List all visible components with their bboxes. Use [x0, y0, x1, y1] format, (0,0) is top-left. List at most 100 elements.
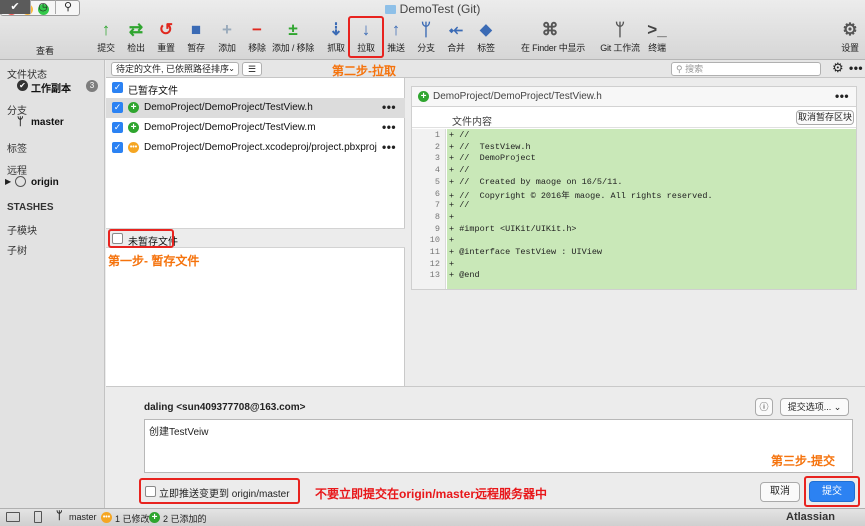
cancel-button[interactable]: 取消 — [760, 482, 800, 502]
sort-label: 待定的文件, 已依照路径排序 — [116, 64, 230, 74]
diff-header: + DemoProject/DemoProject/TestView.h ••• — [412, 87, 856, 107]
diff-more-icon[interactable]: ••• — [835, 89, 849, 103]
toolbar-button-label: 终端 — [648, 43, 666, 53]
gear-icon[interactable]: ⚙ — [832, 60, 844, 76]
line-number: 10 — [429, 235, 440, 246]
step1-annotation: 第一步- 暂存文件 — [108, 254, 200, 268]
added-status-icon: + — [128, 102, 139, 113]
chevron-down-icon: ⌄ — [833, 402, 842, 412]
line-number: 11 — [429, 247, 440, 257]
sort-dropdown[interactable]: 待定的文件, 已依照路径排序 ⌄ — [111, 62, 239, 76]
toolbar-button-6[interactable]: ± 添加 / 移除 — [264, 20, 322, 58]
line-number: 13 — [429, 270, 440, 281]
status-branch: master — [69, 512, 97, 522]
view-segmented-control[interactable]: ✔ ◷ ⚲ — [0, 0, 80, 16]
checkmark-icon: ✔ — [17, 80, 28, 91]
code-line: + // TestView.h — [449, 141, 531, 152]
search-view-icon[interactable]: ⚲ — [55, 0, 80, 14]
line-number: 2 — [434, 141, 440, 152]
file-checkbox[interactable]: ✓ — [112, 142, 123, 153]
commit-options-label: 提交选项... — [787, 402, 832, 412]
subtrees-header: 子树 — [7, 246, 27, 257]
sidebar-item-working-copy[interactable]: ✔ 工作副本 3 — [7, 79, 105, 95]
file-more-icon[interactable]: ••• — [382, 100, 396, 114]
push-checkbox[interactable] — [145, 486, 156, 497]
file-row[interactable]: ✓ ••• DemoProject/DemoProject.xcodeproj/pr… — [106, 138, 405, 158]
add-remove-icon: ± — [288, 20, 298, 39]
line-number: 3 — [434, 153, 440, 164]
commit-message-input[interactable]: 创建TestVeiw — [144, 419, 853, 473]
staged-header-row[interactable]: ✓ 已暂存文件 — [106, 78, 405, 98]
commit-info-icon[interactable]: ⓘ — [755, 398, 773, 416]
window-title: DemoTest (Git) — [0, 2, 865, 16]
file-status-view-icon[interactable]: ✔ — [0, 0, 30, 14]
code-line: + // — [449, 165, 470, 176]
code-line: + @end — [449, 270, 480, 281]
sidebar-toggle-icon[interactable] — [6, 512, 20, 522]
search-input[interactable]: ⚲ 搜索 — [671, 62, 821, 76]
status-bar: ᛘ master ••• 1 已修改 + 2 已添加的 Atlassian — [0, 508, 865, 526]
code-line: + // DemoProject — [449, 153, 536, 164]
toolbar: DemoTest (Git) ✔ ◷ ⚲ 查看 ↑ 提交 ⇄ 检出 ↺ 重置 ■ 暂存 + 添加 −… — [0, 0, 865, 60]
line-number: 8 — [434, 211, 440, 222]
added-status-icon: + — [418, 91, 429, 102]
sidebar-item-origin[interactable]: ▶ origin — [5, 176, 95, 190]
tags-header: 标签 — [7, 144, 27, 155]
commit-button[interactable]: 提交 — [809, 481, 855, 502]
file-name: DemoProject/DemoProject/TestView.h — [144, 102, 313, 113]
finder-icon: ⌘ — [541, 20, 559, 39]
disclosure-triangle-icon: ▶ — [5, 177, 12, 186]
toolbar-button-label: 标签 — [477, 43, 495, 53]
code-line: + @interface TestView : UIView — [449, 247, 603, 257]
line-number: 4 — [434, 165, 440, 176]
chevron-down-icon: ⌄ — [228, 64, 235, 73]
sidebar-item-master[interactable]: ᛘ master — [17, 116, 97, 130]
list-view-button[interactable]: ☰ — [242, 62, 262, 76]
stashes-header: STASHES — [7, 202, 54, 213]
note-annotation: 不要立即提交在origin/master远程服务器中 — [315, 487, 548, 501]
more-icon[interactable]: ••• — [849, 61, 863, 75]
file-more-icon[interactable]: ••• — [382, 140, 396, 154]
staged-all-checkbox[interactable]: ✓ — [112, 82, 123, 93]
toolbar-button-label: 在 Finder 中显示 — [521, 43, 586, 53]
toolbar-button-13[interactable]: ⌘ 在 Finder 中显示 — [521, 20, 586, 58]
toolbar-button-15[interactable]: >_ 终端 — [639, 20, 675, 58]
file-checkbox[interactable]: ✓ — [112, 122, 123, 133]
filter-bar: 待定的文件, 已依照路径排序 ⌄ ☰ ⚲ 搜索 ⚙ ••• — [106, 60, 865, 78]
file-row[interactable]: ✓ + DemoProject/DemoProject/TestView.m ••• — [106, 118, 405, 138]
code-line: + // Created by maoge on 16/5/11. — [449, 176, 623, 187]
history-view-icon[interactable]: ◷ — [30, 0, 55, 14]
line-number: 9 — [434, 223, 440, 234]
code-line: + — [449, 235, 455, 246]
branches-header: 分支 — [7, 106, 27, 117]
hunk-header: 文件内容 取消暂存区块 — [412, 108, 856, 128]
file-more-icon[interactable]: ••• — [382, 120, 396, 134]
code-line: + — [449, 211, 455, 222]
search-icon: ⚲ — [676, 64, 686, 74]
file-checkbox[interactable]: ✓ — [112, 102, 123, 113]
unstage-hunk-button[interactable]: 取消暂存区块 — [796, 110, 854, 125]
author-label: daling <sun409377708@163.com> — [144, 402, 306, 413]
file-name: DemoProject/DemoProject.xcodeproj/projec… — [144, 142, 377, 153]
branch-label: master — [31, 117, 64, 128]
line-number: 12 — [429, 258, 440, 269]
file-row[interactable]: ✓ + DemoProject/DemoProject/TestView.h ••• — [106, 98, 405, 118]
repo-icon — [34, 511, 42, 523]
line-number: 7 — [434, 200, 440, 211]
remote-label: origin — [31, 177, 59, 188]
sidebar: 文件状态 ✔ 工作副本 3 分支 ᛘ master 标签 远程 ▶ origin… — [0, 60, 105, 508]
commit-options-dropdown[interactable]: 提交选项... ⌄ — [780, 398, 849, 416]
submodules-header: 子模块 — [7, 226, 37, 237]
toolbar-button-12[interactable]: ⬥ 标签 — [468, 20, 504, 58]
commit-message-text: 创建TestVeiw — [149, 427, 209, 438]
code-line: + — [449, 258, 455, 269]
diff-card: + DemoProject/DemoProject/TestView.h •••… — [411, 86, 857, 290]
toolbar-button-16[interactable]: ⚙ 设置 — [832, 20, 865, 58]
step3-annotation: 第三步-提交 — [771, 454, 835, 468]
working-copy-badge: 3 — [86, 80, 98, 92]
toolbar-button-label: 设置 — [841, 43, 859, 53]
line-number: 5 — [434, 176, 440, 187]
step2-annotation: 第二步-拉取 — [332, 64, 396, 78]
pull-highlight — [348, 16, 384, 58]
settings-icon: ⚙ — [842, 20, 858, 39]
